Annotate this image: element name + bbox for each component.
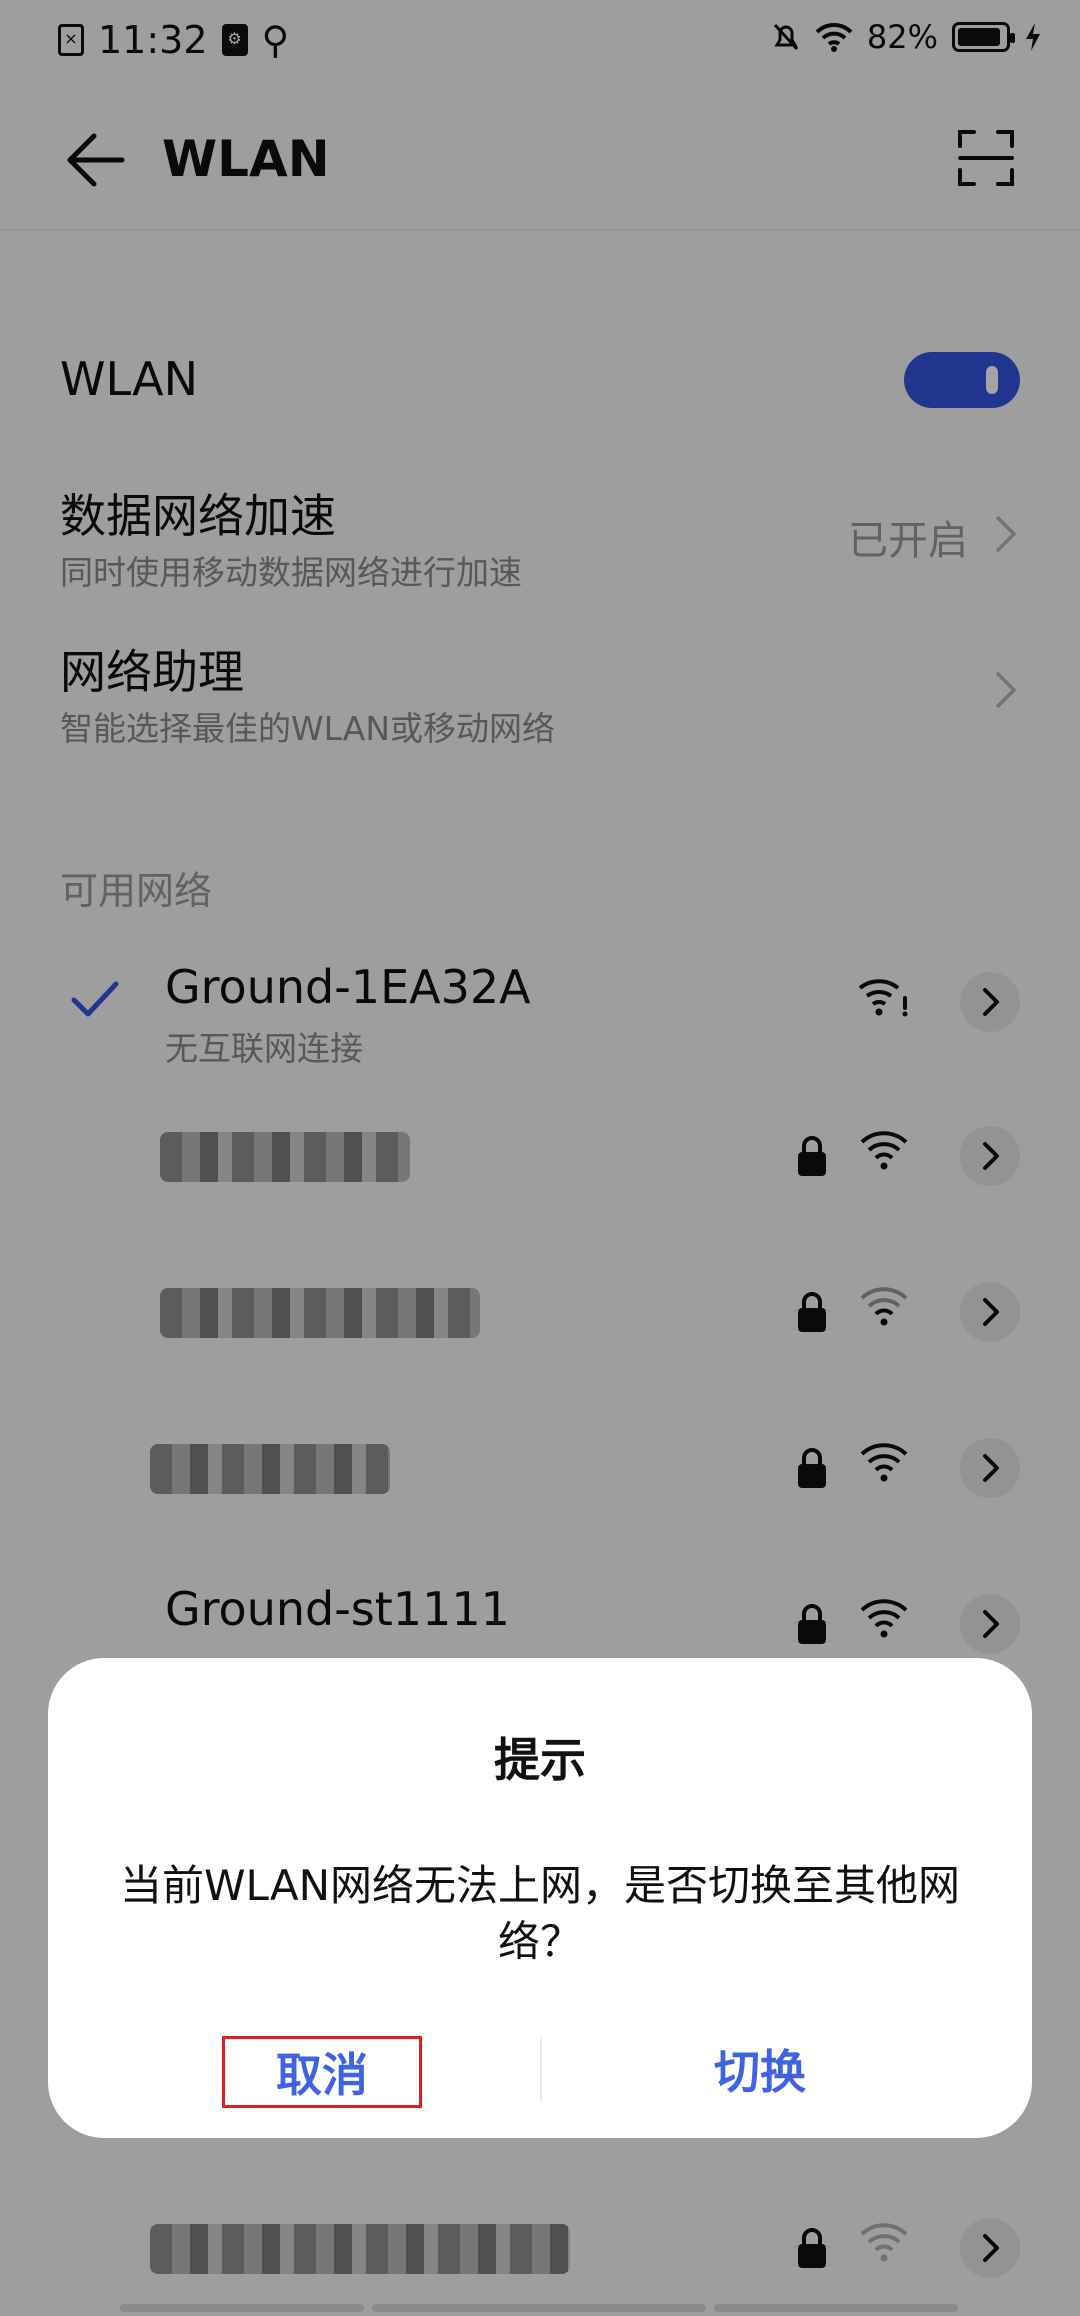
dialog-title: 提示: [494, 1733, 586, 1787]
dialog-button-divider: [540, 2038, 542, 2102]
switch-button[interactable]: 切换: [660, 2036, 860, 2108]
dialog-message: 当前WLAN网络无法上网，是否切换至其他网络？: [119, 1861, 961, 1966]
cancel-button[interactable]: 取消: [222, 2036, 422, 2108]
switch-network-dialog: 提示 当前WLAN网络无法上网，是否切换至其他网络？ 取消 切换: [48, 1658, 1032, 2138]
